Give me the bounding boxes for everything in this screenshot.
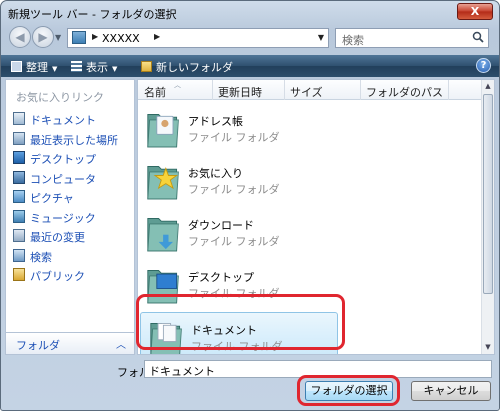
help-button[interactable]: ? (476, 58, 491, 73)
search-icon[interactable] (472, 31, 484, 43)
documents-icon (13, 112, 25, 125)
folder-item-type: ファイル フォルダ (188, 183, 280, 196)
vertical-scrollbar[interactable]: ▲ ▼ (481, 80, 494, 354)
computer-icon (13, 170, 25, 184)
folders-toggle[interactable]: フォルダ ︿ (6, 332, 134, 354)
search-folder-icon (13, 248, 25, 262)
folder-item[interactable]: お気に入りファイル フォルダ (138, 156, 482, 206)
navigation-pane: お気に入りリンク ドキュメント最近表示した場所 デスクトップ コンピュータ ピクチャミ… (5, 79, 135, 355)
new-folder-icon (141, 61, 152, 72)
column-divider[interactable] (284, 80, 285, 100)
history-dropdown-icon[interactable]: ▼ (55, 33, 61, 42)
scrollbar-thumb[interactable] (483, 94, 493, 294)
column-header-modified[interactable]: 更新日時 (218, 84, 262, 100)
view-icon (71, 61, 82, 72)
favorite-link-item[interactable]: ミュージック (12, 208, 132, 226)
favorite-link-item[interactable]: コンピュータ (12, 169, 132, 187)
sort-ascending-icon: ︿ (174, 81, 181, 89)
breadcrumb-location[interactable]: XXXXX (102, 32, 140, 45)
favorite-link-item[interactable]: 最近の変更 (12, 227, 132, 245)
favorite-link-item[interactable]: パブリック (12, 266, 132, 284)
forward-button[interactable]: ▶ (32, 26, 54, 48)
favorite-link-label: 最近の変更 (30, 231, 85, 244)
folder-item-type: ファイル フォルダ (188, 131, 280, 144)
favorite-link-label: ドキュメント (30, 114, 96, 127)
title-bar: 新規ツール バー - フォルダの選択 X (1, 1, 499, 23)
folder-item-name: お気に入り (188, 167, 243, 180)
favorite-link-label: デスクトップ (30, 153, 96, 166)
favorite-links-header: お気に入りリンク (16, 91, 104, 104)
column-header-path[interactable]: フォルダのパス (366, 84, 443, 100)
favorite-link-item[interactable]: ピクチャ (12, 188, 132, 206)
address-bar[interactable]: ▶ XXXXX ▶ ▼ (67, 28, 329, 48)
folder-item[interactable]: ダウンロードファイル フォルダ (138, 208, 482, 258)
column-divider[interactable] (448, 80, 449, 100)
cancel-button[interactable]: キャンセル (411, 381, 491, 401)
folder-item-name: デスクトップ (188, 271, 254, 284)
folder-item-type: ファイル フォルダ (188, 235, 280, 248)
breadcrumb-arrow-icon[interactable]: ▶ (154, 32, 160, 41)
chevron-down-icon: ▼ (112, 65, 118, 73)
favorite-link-item[interactable]: デスクトップ (12, 149, 132, 167)
address-row: ◀ ▶ ▼ ▶ XXXXX ▶ ▼ ↻ 検索 (5, 25, 495, 51)
organize-button[interactable]: 整理 ▼ (11, 59, 57, 75)
music-icon (13, 209, 25, 223)
address-dropdown-icon[interactable]: ▼ (318, 33, 324, 42)
favorite-link-label: コンピュータ (30, 172, 96, 186)
folder-item-name: ダウンロード (188, 219, 254, 232)
column-header-size[interactable]: サイズ (290, 84, 323, 100)
favorite-link-label: パブリック (30, 270, 85, 283)
pictures-icon (13, 190, 25, 203)
column-header-row: 名前 ︿ 更新日時 サイズ フォルダのパス (138, 80, 483, 100)
public-icon (13, 268, 25, 281)
scroll-up-icon[interactable]: ▲ (482, 80, 494, 93)
contacts-folder-icon (147, 114, 179, 148)
new-folder-button[interactable]: 新しいフォルダ (141, 59, 233, 75)
command-toolbar: 整理 ▼ 表示 ▼ 新しいフォルダ ? (1, 55, 499, 77)
folders-toggle-label: フォルダ (16, 339, 60, 352)
folder-item-name: アドレス帳 (188, 115, 243, 128)
chevron-down-icon: ▼ (52, 65, 58, 73)
column-divider[interactable] (360, 80, 361, 100)
breadcrumb-arrow-icon[interactable]: ▶ (92, 32, 98, 41)
folder-select-dialog: 新規ツール バー - フォルダの選択 X ◀ ▶ ▼ ▶ XXXXX ▶ ▼ ↻… (0, 0, 500, 411)
search-placeholder: 検索 (342, 34, 364, 47)
folder-item[interactable]: アドレス帳ファイル フォルダ (138, 104, 482, 154)
close-button[interactable]: X (457, 3, 493, 20)
favorite-link-item[interactable]: ドキュメント (12, 110, 132, 128)
scroll-down-icon[interactable]: ▼ (482, 341, 494, 354)
favorite-link-item[interactable]: 最近表示した場所 (12, 130, 132, 148)
view-button[interactable]: 表示 ▼ (71, 59, 117, 75)
recent-changes-icon (13, 229, 25, 242)
back-button[interactable]: ◀ (9, 26, 31, 48)
favorites-folder-icon (147, 166, 179, 200)
favorite-link-label: 最近表示した場所 (30, 133, 118, 147)
downloads-folder-icon (147, 218, 179, 252)
selected-item-highlight (136, 294, 345, 350)
location-icon (72, 31, 86, 44)
favorite-link-item[interactable]: 検索 (12, 247, 132, 265)
organize-icon (11, 61, 22, 72)
chevron-up-icon: ︿ (116, 340, 126, 351)
favorite-link-label: 検索 (30, 250, 52, 264)
favorite-link-label: ミュージック (30, 211, 96, 225)
desktop-icon (13, 151, 25, 164)
column-divider[interactable] (212, 80, 213, 100)
recent-places-icon (13, 131, 25, 145)
select-button-highlight (297, 375, 400, 406)
window-title: 新規ツール バー - フォルダの選択 (8, 8, 177, 21)
search-input[interactable]: 検索 (335, 28, 489, 48)
favorite-link-label: ピクチャ (30, 192, 74, 205)
column-header-name[interactable]: 名前 (144, 84, 166, 100)
